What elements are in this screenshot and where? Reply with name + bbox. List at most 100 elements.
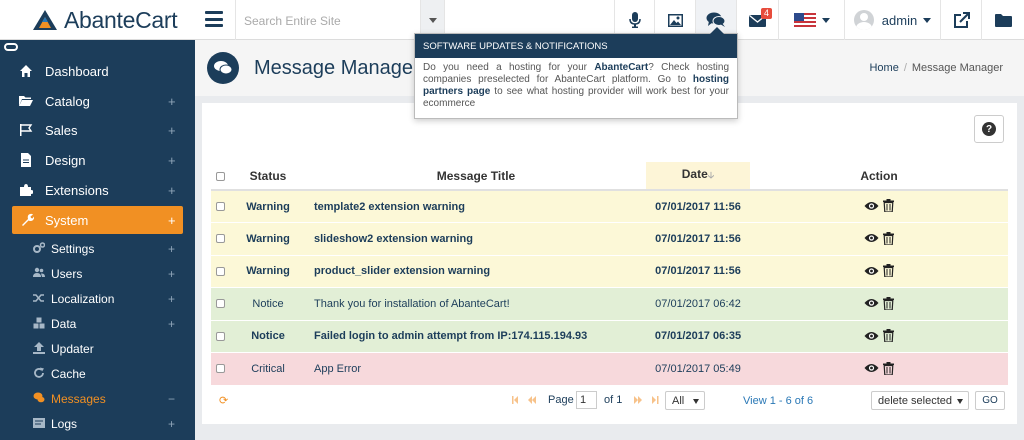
row-checkbox[interactable] <box>216 234 225 244</box>
row-checkbox[interactable] <box>216 202 225 212</box>
expand-icon: + <box>168 152 176 168</box>
view-eye-icon[interactable] <box>864 201 879 211</box>
image-icon <box>667 13 683 27</box>
message-title-cell[interactable]: slideshow2 extension warning <box>306 222 646 256</box>
expand-icon: + <box>168 182 176 198</box>
first-page-icon[interactable] <box>512 396 522 404</box>
column-header-date[interactable]: Date🡣 <box>646 162 750 191</box>
last-page-icon[interactable] <box>650 396 660 404</box>
view-eye-icon[interactable] <box>864 266 879 276</box>
chevron-down-icon <box>957 399 963 404</box>
trash-icon[interactable] <box>883 264 894 277</box>
date-cell: 07/01/2017 11:56 <box>646 222 750 256</box>
view-eye-icon[interactable] <box>864 363 879 373</box>
row-checkbox-cell[interactable] <box>211 352 230 386</box>
chevron-down-icon <box>693 399 699 404</box>
search-input[interactable]: Search Entire Site <box>235 0 420 40</box>
row-checkbox[interactable] <box>216 299 225 309</box>
sidebar-subitem-data[interactable]: Data + <box>0 311 195 336</box>
messages-table: Status Message Title Date🡣 Action Warnin… <box>211 162 1008 386</box>
view-eye-icon[interactable] <box>864 331 879 341</box>
select-all-checkbox[interactable] <box>216 171 225 181</box>
help-button[interactable]: ? <box>974 115 1004 143</box>
message-title-cell[interactable]: template2 extension warning <box>306 190 646 223</box>
rows-per-page-select[interactable]: All <box>665 391 705 410</box>
trash-icon[interactable] <box>883 361 894 375</box>
action-cell <box>750 352 1008 386</box>
table-row[interactable]: Warning product_slider extension warning 0… <box>211 255 1008 288</box>
app-logo[interactable]: AbanteCart <box>0 0 195 40</box>
row-checkbox-cell[interactable] <box>211 190 230 223</box>
date-cell: 07/01/2017 06:35 <box>646 320 750 353</box>
sidebar-toggle-icon[interactable] <box>4 43 18 51</box>
expand-icon: + <box>168 122 176 138</box>
table-row[interactable]: Warning template2 extension warning 07/01/… <box>211 190 1008 223</box>
column-header-action: Action <box>750 162 1008 191</box>
message-grid-panel: ? Status Message Title Date🡣 Action Warn… <box>202 103 1017 424</box>
expand-icon: + <box>168 416 176 431</box>
row-checkbox-cell[interactable] <box>211 287 230 321</box>
sidebar-subitem-messages[interactable]: Messages − <box>0 386 195 411</box>
row-checkbox[interactable] <box>216 364 225 374</box>
message-title-cell[interactable]: App Error <box>306 352 646 386</box>
row-checkbox-cell[interactable] <box>211 222 230 256</box>
row-checkbox-cell[interactable] <box>211 255 230 288</box>
storefront-link-button[interactable] <box>940 0 981 40</box>
view-eye-icon[interactable] <box>864 233 879 243</box>
file-manager-button[interactable] <box>981 0 1024 40</box>
language-selector[interactable] <box>778 0 844 40</box>
date-cell: 07/01/2017 05:49 <box>646 352 750 386</box>
status-cell: Warning <box>230 190 306 223</box>
trash-icon[interactable] <box>883 199 894 213</box>
upload-icon <box>33 342 45 354</box>
trash-icon[interactable] <box>883 231 894 245</box>
trash-icon[interactable] <box>883 329 894 342</box>
date-cell: 07/01/2017 11:56 <box>646 255 750 288</box>
messages-button[interactable]: 4 <box>736 0 778 40</box>
row-checkbox[interactable] <box>216 266 225 276</box>
bulk-action-select[interactable]: delete selected <box>871 391 969 410</box>
sidebar-subitem-logs[interactable]: Logs + <box>0 411 195 436</box>
prev-page-icon[interactable] <box>528 396 538 404</box>
sidebar-subitem-users[interactable]: Users + <box>0 261 195 286</box>
random-icon <box>33 294 44 302</box>
sidebar-subitem-cache[interactable]: Cache <box>0 361 195 386</box>
sidebar-item-extensions[interactable]: Extensions + <box>0 176 195 204</box>
chat-bubbles-icon <box>706 12 726 27</box>
column-header-title[interactable]: Message Title <box>306 162 646 191</box>
view-eye-icon[interactable] <box>864 298 879 308</box>
table-row[interactable]: Notice Thank you for installation of Aban… <box>211 287 1008 321</box>
table-row[interactable]: Notice Failed login to admin attempt from… <box>211 320 1008 353</box>
sidebar-item-system[interactable]: System + <box>12 206 183 234</box>
row-checkbox-cell[interactable] <box>211 320 230 353</box>
go-button[interactable]: GO <box>975 391 1005 410</box>
date-cell: 07/01/2017 11:56 <box>646 190 750 223</box>
sidebar-item-sales[interactable]: Sales + <box>0 116 195 144</box>
trash-icon[interactable] <box>883 296 894 310</box>
message-title-cell[interactable]: Failed login to admin attempt from IP:17… <box>306 320 646 353</box>
message-title-cell[interactable]: Thank you for installation of AbanteCart… <box>306 287 646 321</box>
select-all-checkbox-cell[interactable] <box>211 162 230 191</box>
row-checkbox[interactable] <box>216 331 225 341</box>
table-row[interactable]: Critical App Error 07/01/2017 05:49 <box>211 352 1008 386</box>
reload-grid-icon[interactable]: ⟳ <box>219 394 228 407</box>
table-row[interactable]: Warning slideshow2 extension warning 07/01… <box>211 222 1008 256</box>
flag-icon <box>20 124 33 136</box>
next-page-icon[interactable] <box>634 396 644 404</box>
column-header-status[interactable]: Status <box>230 162 306 191</box>
sidebar-subitem-updater[interactable]: Updater <box>0 336 195 361</box>
message-title-cell[interactable]: product_slider extension warning <box>306 255 646 288</box>
page-number-input[interactable] <box>576 391 597 409</box>
user-avatar-icon <box>853 10 874 30</box>
user-menu[interactable]: admin <box>844 0 940 40</box>
sidebar-item-dashboard[interactable]: Dashboard <box>0 57 195 85</box>
status-cell: Notice <box>230 287 306 321</box>
chevron-down-icon <box>923 17 932 23</box>
sidebar-item-design[interactable]: Design + <box>0 146 195 174</box>
breadcrumb-home[interactable]: Home <box>869 62 898 74</box>
menu-icon[interactable] <box>205 11 223 27</box>
sidebar-subitem-localization[interactable]: Localization + <box>0 286 195 311</box>
puzzle-icon <box>20 184 33 196</box>
sidebar-subitem-settings[interactable]: Settings + <box>0 236 195 261</box>
sidebar-item-catalog[interactable]: Catalog + <box>0 87 195 115</box>
